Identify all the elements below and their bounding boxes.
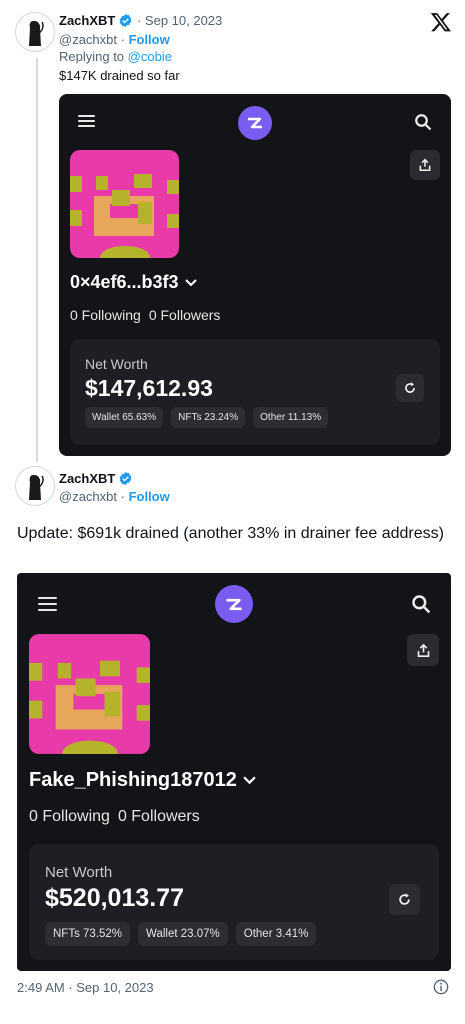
avatar[interactable] xyxy=(15,466,55,506)
allocation-chip: Other 11.13% xyxy=(253,407,329,428)
search-icon xyxy=(412,595,431,614)
nft-avatar xyxy=(29,634,150,754)
wallet-screenshot-card[interactable]: 0×4ef6...b3f3 0 Following 0 Followers Net… xyxy=(59,94,451,456)
allocation-chips: NFTs 73.52% Wallet 23.07% Other 3.41% xyxy=(45,922,317,946)
following-count: 0 Following xyxy=(70,307,141,323)
chevron-down-icon xyxy=(243,776,256,785)
refresh-icon xyxy=(405,382,415,393)
avatar-figure-icon xyxy=(29,475,44,500)
allocation-chip: NFTs 73.52% xyxy=(45,922,131,946)
app-logo-icon xyxy=(215,585,253,623)
thread-line xyxy=(36,58,38,462)
chevron-down-icon xyxy=(184,279,197,287)
refresh-button xyxy=(396,374,424,402)
allocation-chips: Wallet 65.63% NFTs 23.24% Other 11.13% xyxy=(85,407,329,428)
tweet-text: $147K drained so far xyxy=(59,68,180,83)
allocation-chip: Wallet 23.07% xyxy=(138,922,228,946)
net-worth-panel: Net Worth $147,612.93 Wallet 65.63% NFTs… xyxy=(70,339,440,445)
net-worth-value: $520,013.77 xyxy=(45,884,185,912)
author-name[interactable]: ZachXBT xyxy=(59,471,115,486)
follow-stats: 0 Following 0 Followers xyxy=(29,808,200,826)
menu-icon xyxy=(78,115,95,127)
verified-icon xyxy=(118,13,133,32)
verified-icon xyxy=(118,471,133,490)
wallet-name-dropdown: 0×4ef6...b3f3 xyxy=(70,272,197,293)
follow-stats: 0 Following 0 Followers xyxy=(70,307,220,323)
search-icon xyxy=(415,114,432,131)
replying-prefix: Replying to xyxy=(59,49,125,64)
tweet-subheader: @zachxbt · Follow xyxy=(59,489,170,504)
tweet-date[interactable]: Sep 10, 2023 xyxy=(145,13,222,28)
follow-button[interactable]: Follow xyxy=(129,489,170,504)
tweet-header: ZachXBT · Sep 10, 2023 xyxy=(59,13,222,32)
refresh-icon xyxy=(399,893,410,905)
menu-icon xyxy=(38,597,57,611)
share-button xyxy=(407,634,439,666)
replying-handle-link[interactable]: @cobie xyxy=(128,49,172,64)
allocation-chip: Other 3.41% xyxy=(235,922,317,946)
allocation-chip: Wallet 65.63% xyxy=(85,407,164,428)
app-logo-icon xyxy=(238,106,272,140)
share-button xyxy=(410,150,440,180)
nft-avatar xyxy=(70,150,179,258)
wallet-name: Fake_Phishing187012 xyxy=(29,769,237,791)
follow-button[interactable]: Follow xyxy=(129,32,170,47)
author-handle[interactable]: @zachxbt xyxy=(59,32,117,47)
following-count: 0 Following xyxy=(29,808,110,825)
share-icon xyxy=(419,158,431,172)
net-worth-value: $147,612.93 xyxy=(85,375,213,401)
wallet-screenshot-card[interactable]: Fake_Phishing187012 0 Following 0 Followe… xyxy=(17,573,451,971)
tweet-timestamp[interactable]: 2:49 AM · Sep 10, 2023 xyxy=(17,980,154,995)
net-worth-panel: Net Worth $520,013.77 NFTs 73.52% Wallet… xyxy=(29,844,439,960)
allocation-chip: NFTs 23.24% xyxy=(171,407,246,428)
tweet-header: ZachXBT xyxy=(59,471,133,490)
tweet-text: Update: $691k drained (another 33% in dr… xyxy=(17,525,444,542)
followers-count: 0 Followers xyxy=(148,307,221,323)
replying-to: Replying to @cobie xyxy=(59,49,172,64)
wallet-name: 0×4ef6...b3f3 xyxy=(70,272,179,292)
share-icon xyxy=(417,643,429,657)
wallet-name-dropdown: Fake_Phishing187012 xyxy=(29,769,256,792)
author-name[interactable]: ZachXBT xyxy=(59,13,115,28)
info-icon[interactable] xyxy=(433,979,449,995)
tweet-subheader: @zachxbt · Follow xyxy=(59,32,170,47)
avatar-figure-icon xyxy=(29,21,44,46)
avatar[interactable] xyxy=(15,12,55,52)
refresh-button xyxy=(389,884,420,915)
net-worth-label: Net Worth xyxy=(45,864,113,881)
x-logo-icon[interactable] xyxy=(430,11,452,33)
author-handle[interactable]: @zachxbt xyxy=(59,489,117,504)
net-worth-label: Net Worth xyxy=(85,356,148,372)
followers-count: 0 Followers xyxy=(117,808,200,825)
